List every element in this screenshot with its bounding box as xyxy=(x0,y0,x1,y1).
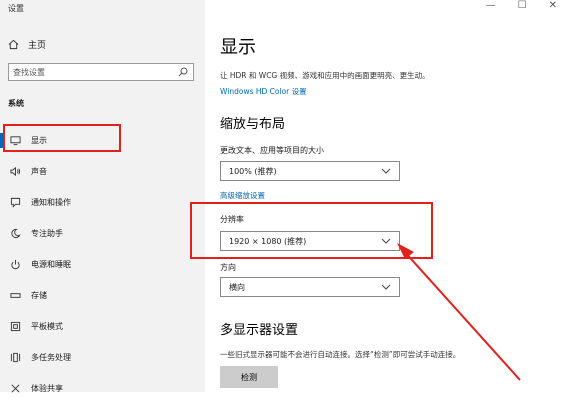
annotation-arrow xyxy=(397,243,521,381)
